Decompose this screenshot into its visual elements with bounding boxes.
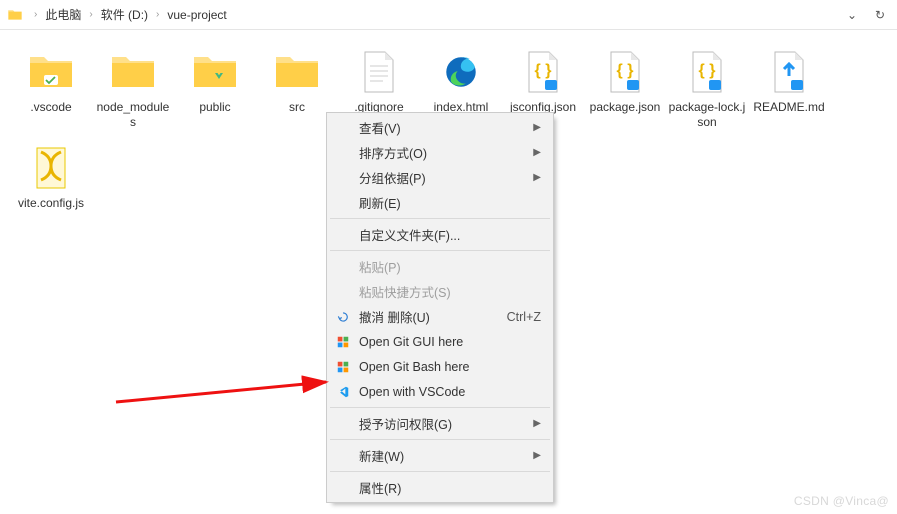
context-menu-label: 撤消 删除(U) — [359, 307, 430, 326]
context-menu-label: Open Git GUI here — [359, 335, 463, 349]
file-icon — [765, 48, 813, 96]
file-label: README.md — [753, 100, 824, 115]
chevron-right-icon: ▶ — [533, 122, 541, 133]
context-menu-item[interactable]: 自定义文件夹(F)... — [329, 222, 551, 247]
callout-arrow — [112, 298, 342, 408]
watermark: CSDN @Vinca@ — [794, 494, 889, 508]
context-menu-label: 刷新(E) — [359, 193, 401, 212]
undo-icon — [335, 309, 351, 325]
file-icon: { } — [519, 48, 567, 96]
context-menu-label: 自定义文件夹(F)... — [359, 225, 460, 244]
context-menu-label: Open Git Bash here — [359, 360, 469, 374]
breadcrumb-item[interactable]: 软件 (D:) — [99, 4, 150, 25]
svg-text:{ }: { } — [535, 62, 552, 79]
file-icon — [109, 48, 157, 96]
svg-text:{ }: { } — [699, 62, 716, 79]
context-menu-label: 授予访问权限(G) — [359, 414, 452, 433]
chevron-right-icon: ▶ — [533, 450, 541, 461]
svg-text:{ }: { } — [617, 62, 634, 79]
chevron-right-icon: ▶ — [533, 147, 541, 158]
vscode-icon — [335, 384, 351, 400]
context-menu[interactable]: 查看(V) ▶ 排序方式(O) ▶ 分组依据(P) ▶ 刷新(E) 自定义文件夹(F)... 粘… — [326, 112, 554, 503]
refresh-button[interactable]: ↻ — [869, 4, 891, 26]
context-menu-item[interactable]: 新建(W) ▶ — [329, 443, 551, 468]
file-label: package.json — [590, 100, 661, 115]
file-icon — [273, 48, 321, 96]
context-menu-item: 粘贴(P) — [329, 254, 551, 279]
context-menu-label: 排序方式(O) — [359, 143, 427, 162]
file-icon — [27, 144, 75, 192]
file-item[interactable]: public — [174, 44, 256, 140]
file-icon — [437, 48, 485, 96]
file-label: src — [289, 100, 305, 115]
file-label: public — [199, 100, 230, 115]
chevron-right-icon: ▶ — [533, 418, 541, 429]
breadcrumb-dropdown[interactable]: ⌄ — [841, 4, 863, 26]
file-item[interactable]: .vscode — [10, 44, 92, 140]
context-menu-label: 粘贴快捷方式(S) — [359, 282, 451, 301]
context-menu-item[interactable]: 排序方式(O) ▶ — [329, 140, 551, 165]
file-item[interactable]: README.md — [748, 44, 830, 140]
context-menu-item: 粘贴快捷方式(S) — [329, 279, 551, 304]
context-menu-label: 新建(W) — [359, 446, 404, 465]
context-menu-separator — [330, 218, 550, 219]
context-menu-item[interactable]: 撤消 删除(U) Ctrl+Z — [329, 304, 551, 329]
git-icon — [335, 359, 351, 375]
context-menu-item[interactable]: Open Git Bash here — [329, 354, 551, 379]
context-menu-item[interactable]: Open with VSCode — [329, 379, 551, 404]
file-icon — [27, 48, 75, 96]
context-menu-separator — [330, 250, 550, 251]
breadcrumb-item[interactable]: 此电脑 — [43, 4, 83, 25]
file-label: .vscode — [30, 100, 71, 115]
file-icon: { } — [601, 48, 649, 96]
context-menu-label: 粘贴(P) — [359, 257, 401, 276]
context-menu-item[interactable]: 分组依据(P) ▶ — [329, 165, 551, 190]
file-item[interactable]: vite.config.js — [10, 140, 92, 236]
context-menu-item[interactable]: 查看(V) ▶ — [329, 115, 551, 140]
context-menu-separator — [330, 471, 550, 472]
file-label: package-lock.json — [668, 100, 746, 130]
context-menu-item[interactable]: 授予访问权限(G) ▶ — [329, 411, 551, 436]
git-icon — [335, 334, 351, 350]
file-icon: { } — [683, 48, 731, 96]
file-label: node_modules — [94, 100, 172, 130]
breadcrumb-item[interactable]: vue-project — [165, 6, 228, 24]
context-menu-separator — [330, 439, 550, 440]
file-item[interactable]: { } package.json — [584, 44, 666, 140]
file-item[interactable]: { } package-lock.json — [666, 44, 748, 140]
chevron-right-icon: › — [89, 9, 92, 20]
context-menu-label: 查看(V) — [359, 118, 401, 137]
file-icon — [355, 48, 403, 96]
file-label: vite.config.js — [18, 196, 84, 211]
shortcut-label: Ctrl+Z — [507, 310, 541, 324]
context-menu-separator — [330, 407, 550, 408]
folder-icon — [6, 6, 24, 24]
chevron-right-icon: ▶ — [533, 172, 541, 183]
chevron-right-icon: › — [156, 9, 159, 20]
chevron-right-icon: › — [34, 9, 37, 20]
context-menu-label: 分组依据(P) — [359, 168, 426, 187]
context-menu-item[interactable]: Open Git GUI here — [329, 329, 551, 354]
context-menu-label: 属性(R) — [359, 478, 401, 497]
breadcrumb[interactable]: › 此电脑 › 软件 (D:) › vue-project ⌄ ↻ — [0, 0, 897, 30]
context-menu-label: Open with VSCode — [359, 385, 465, 399]
context-menu-item[interactable]: 属性(R) — [329, 475, 551, 500]
file-icon — [191, 48, 239, 96]
file-item[interactable]: node_modules — [92, 44, 174, 140]
context-menu-item[interactable]: 刷新(E) — [329, 190, 551, 215]
